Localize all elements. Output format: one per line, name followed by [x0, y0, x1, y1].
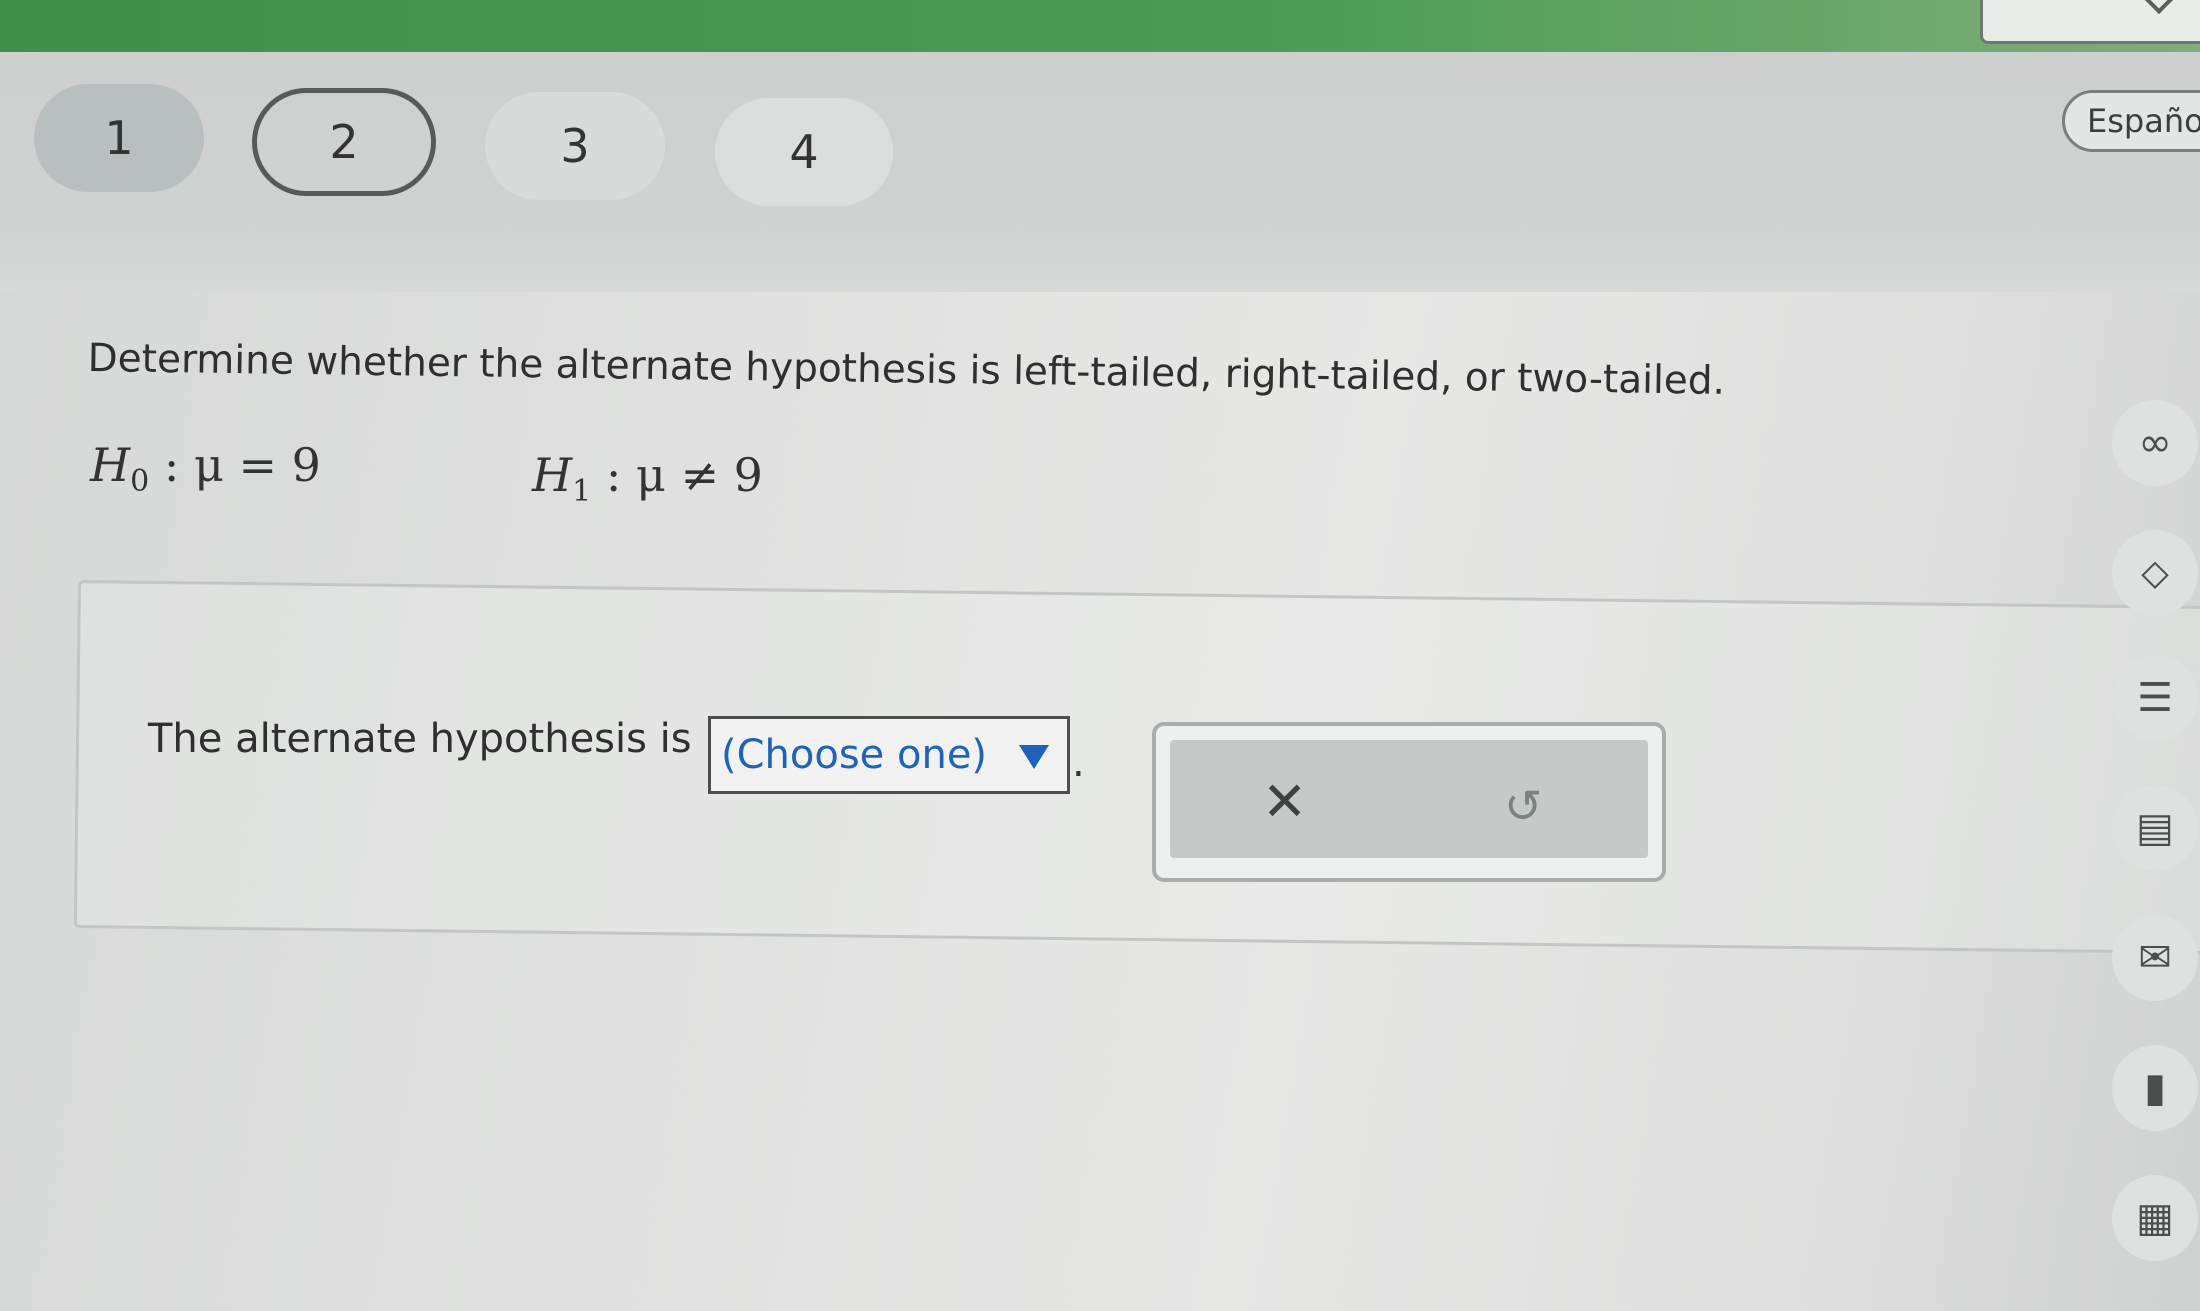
h1-subscript: 1 [572, 474, 592, 510]
account-menu-button[interactable] [1980, 0, 2200, 44]
sentence-period: . [1072, 740, 1085, 786]
formula-icon[interactable]: ▦ [2112, 1175, 2198, 1261]
chart-icon[interactable]: ▮ [2112, 1045, 2198, 1131]
question-button-3[interactable]: 3 [485, 92, 665, 200]
calculator-icon[interactable]: ▤ [2112, 785, 2198, 871]
dropdown-arrow-icon [1019, 745, 1049, 769]
textbook-icon[interactable]: ☰ [2112, 655, 2198, 741]
clear-answer-button[interactable]: ✕ [1262, 772, 1307, 832]
answer-actions [1152, 722, 1666, 882]
h0-subscript: 0 [130, 464, 150, 500]
answer-area [73, 580, 2200, 955]
question-button-2[interactable]: 2 [252, 88, 436, 196]
dropdown-selected-value: (Choose one) [721, 732, 988, 778]
undo-button[interactable]: ↺ [1504, 780, 1543, 832]
question-button-4[interactable]: 4 [715, 98, 893, 206]
alternate-hypothesis: H1 : μ ≠ 9 [532, 448, 763, 509]
h0-statement: : μ = 9 [149, 438, 321, 492]
question-prompt: Determine whether the alternate hypothes… [87, 336, 1726, 404]
h1-symbol: H [532, 448, 573, 502]
top-bar [0, 0, 2200, 52]
hypothesis-type-dropdown[interactable]: (Choose one) [708, 716, 1070, 794]
chevron-down-icon [2144, 0, 2174, 15]
h0-symbol: H [90, 438, 131, 492]
language-button[interactable]: Español [2062, 90, 2200, 152]
answer-sentence: The alternate hypothesis is [148, 716, 692, 762]
mail-icon[interactable]: ✉ [2112, 915, 2198, 1001]
h1-statement: : μ ≠ 9 [591, 448, 763, 502]
glasses-icon[interactable]: ∞ [2112, 400, 2198, 486]
answer-actions-panel [1170, 740, 1648, 858]
direction-icon[interactable]: ⬦ [2112, 530, 2198, 616]
question-button-1[interactable]: 1 [34, 84, 204, 192]
null-hypothesis: H0 : μ = 9 [90, 438, 321, 499]
